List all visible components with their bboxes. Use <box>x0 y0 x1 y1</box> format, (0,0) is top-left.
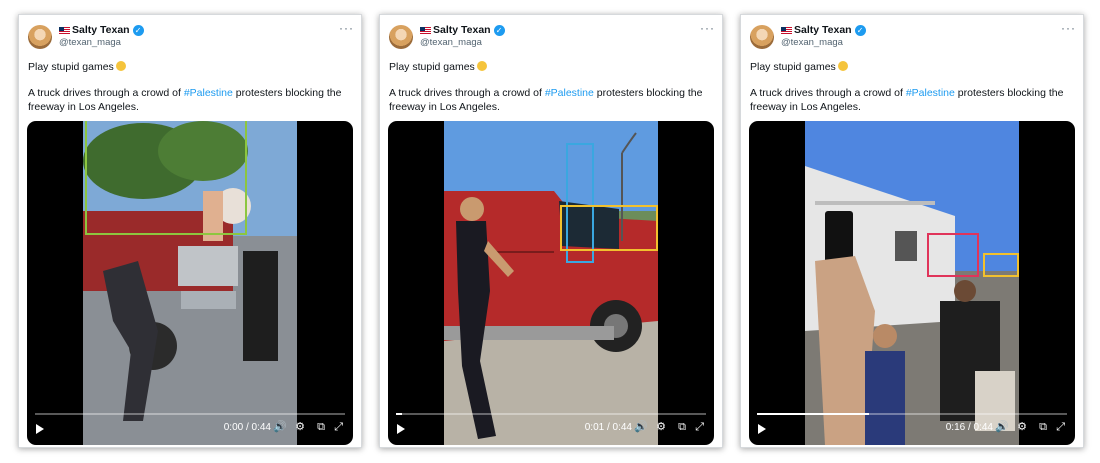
display-name-row[interactable]: Salty Texan ✓ <box>420 24 505 36</box>
tweet-text-body: A truck drives through a crowd of #Pales… <box>389 86 711 114</box>
more-options-icon[interactable]: ··· <box>1061 21 1076 35</box>
verified-badge-icon: ✓ <box>493 24 505 36</box>
more-options-icon[interactable]: ··· <box>700 21 715 35</box>
progress-bar[interactable] <box>35 413 345 415</box>
tweet-text-body: A truck drives through a crowd of #Pales… <box>750 86 1072 114</box>
fullscreen-icon[interactable]: ⤢ <box>695 421 704 434</box>
hashtag-link[interactable]: #Palestine <box>184 87 233 99</box>
tweet-text-before: A truck drives through a crowd of <box>28 87 184 99</box>
us-flag-icon <box>420 26 431 34</box>
display-name-row[interactable]: Salty Texan ✓ <box>59 24 144 36</box>
display-name[interactable]: Salty Texan <box>794 24 852 36</box>
video-controls: 0:01 / 0:44 🔊 ⚙ ⧉ ⤢ <box>388 411 714 445</box>
display-name[interactable]: Salty Texan <box>433 24 491 36</box>
tweet-header: Salty Texan ✓ @texan_maga ··· <box>28 21 354 55</box>
video-time: 0:00 / 0:44 <box>223 422 271 433</box>
tweet-text-before: A truck drives through a crowd of <box>389 87 545 99</box>
us-flag-icon <box>59 26 70 34</box>
tweet-card-1: Salty Texan ✓ @texan_maga ··· Play stupi… <box>18 14 362 448</box>
highlight-box-yellow <box>983 253 1019 277</box>
person-shrugging-emoji-icon <box>476 61 487 71</box>
video-frame-image <box>444 121 658 445</box>
us-flag-icon <box>781 26 792 34</box>
fullscreen-icon[interactable]: ⤢ <box>334 421 343 434</box>
more-options-icon[interactable]: ··· <box>339 21 354 35</box>
tweet-card-2: Salty Texan ✓ @texan_maga ··· Play stupi… <box>379 14 723 448</box>
avatar[interactable] <box>28 25 52 49</box>
display-name-row[interactable]: Salty Texan ✓ <box>781 24 866 36</box>
person-shrugging-emoji-icon <box>837 61 848 71</box>
settings-gear-icon[interactable]: ⚙ <box>295 421 305 434</box>
tweet-text-body: A truck drives through a crowd of #Pales… <box>28 86 350 114</box>
display-name[interactable]: Salty Texan <box>72 24 130 36</box>
video-time: 0:01 / 0:44 <box>584 422 632 433</box>
person-shrugging-emoji-icon <box>115 61 126 71</box>
video-frame <box>805 121 1019 445</box>
settings-gear-icon[interactable]: ⚙ <box>656 421 666 434</box>
tweet-text-line1-label: Play stupid games <box>750 61 836 73</box>
play-icon[interactable] <box>397 424 405 434</box>
user-handle[interactable]: @texan_maga <box>781 37 843 48</box>
avatar[interactable] <box>750 25 774 49</box>
video-time: 0:16 / 0:44 <box>945 422 993 433</box>
tweet-header: Salty Texan ✓ @texan_maga ··· <box>750 21 1076 55</box>
play-icon[interactable] <box>36 424 44 434</box>
tweet-text-line1: Play stupid games <box>389 61 487 73</box>
video-frame <box>444 121 658 445</box>
highlight-box-yellow <box>560 205 658 251</box>
tweet-text-line1-label: Play stupid games <box>28 61 114 73</box>
picture-in-picture-icon[interactable]: ⧉ <box>678 421 686 434</box>
tweet-text-line1: Play stupid games <box>28 61 126 73</box>
progress-fill <box>396 413 403 415</box>
fullscreen-icon[interactable]: ⤢ <box>1056 421 1065 434</box>
volume-icon[interactable]: 🔊 <box>273 421 287 434</box>
tweet-header: Salty Texan ✓ @texan_maga ··· <box>389 21 715 55</box>
user-handle[interactable]: @texan_maga <box>420 37 482 48</box>
video-player[interactable]: 0:16 / 0:44 🔊 ⚙ ⧉ ⤢ <box>749 121 1075 445</box>
video-frame-image <box>805 121 1019 445</box>
hashtag-link[interactable]: #Palestine <box>906 87 955 99</box>
volume-icon[interactable]: 🔊 <box>634 421 648 434</box>
progress-fill <box>757 413 869 415</box>
tweet-card-3: Salty Texan ✓ @texan_maga ··· Play stupi… <box>740 14 1084 448</box>
tweet-text-line1-label: Play stupid games <box>389 61 475 73</box>
video-controls: 0:00 / 0:44 🔊 ⚙ ⧉ ⤢ <box>27 411 353 445</box>
avatar[interactable] <box>389 25 413 49</box>
progress-bar[interactable] <box>396 413 706 415</box>
highlight-box-green <box>85 121 247 235</box>
highlight-box-red <box>927 233 979 277</box>
verified-badge-icon: ✓ <box>854 24 866 36</box>
verified-badge-icon: ✓ <box>132 24 144 36</box>
tweet-text-before: A truck drives through a crowd of <box>750 87 906 99</box>
hashtag-link[interactable]: #Palestine <box>545 87 594 99</box>
progress-bar[interactable] <box>757 413 1067 415</box>
picture-in-picture-icon[interactable]: ⧉ <box>317 421 325 434</box>
play-icon[interactable] <box>758 424 766 434</box>
picture-in-picture-icon[interactable]: ⧉ <box>1039 421 1047 434</box>
video-controls: 0:16 / 0:44 🔊 ⚙ ⧉ ⤢ <box>749 411 1075 445</box>
settings-gear-icon[interactable]: ⚙ <box>1017 421 1027 434</box>
volume-icon[interactable]: 🔊 <box>995 421 1009 434</box>
user-handle[interactable]: @texan_maga <box>59 37 121 48</box>
video-player[interactable]: 0:00 / 0:44 🔊 ⚙ ⧉ ⤢ <box>27 121 353 445</box>
tweet-text-line1: Play stupid games <box>750 61 848 73</box>
video-player[interactable]: 0:01 / 0:44 🔊 ⚙ ⧉ ⤢ <box>388 121 714 445</box>
